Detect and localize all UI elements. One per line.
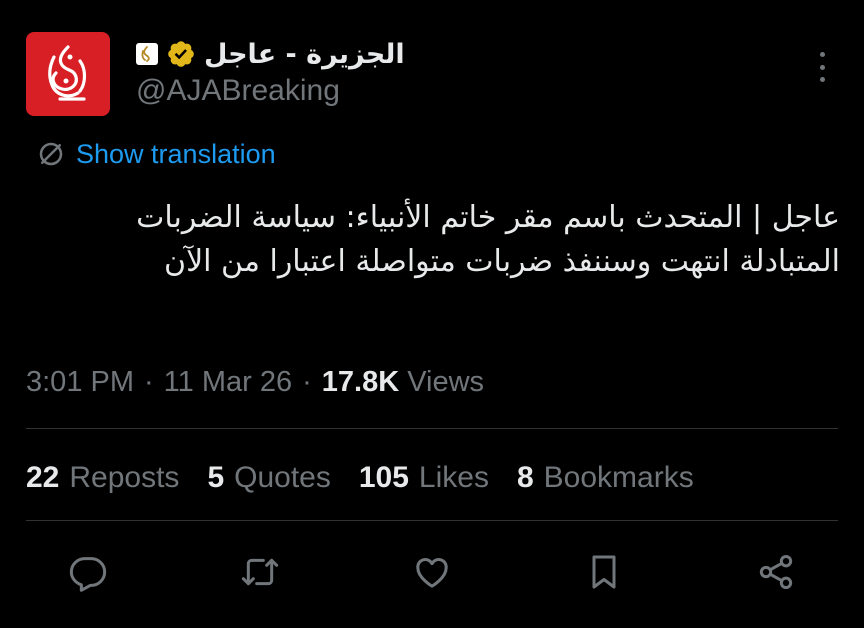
more-options-icon[interactable]	[810, 52, 834, 82]
divider	[26, 520, 838, 521]
repost-button[interactable]	[238, 550, 282, 594]
meta-separator: ·	[144, 365, 154, 398]
translate-icon	[39, 142, 63, 166]
quotes-count: 5	[207, 461, 225, 494]
tweet-time[interactable]: 3:01 PM	[26, 366, 134, 399]
bookmark-button[interactable]	[582, 550, 626, 594]
quotes-stat[interactable]: 5 Quotes	[207, 461, 330, 495]
share-button[interactable]	[754, 550, 798, 594]
like-button[interactable]	[410, 550, 454, 594]
bookmarks-label: Bookmarks	[543, 461, 694, 494]
reply-icon	[69, 557, 107, 592]
avatar[interactable]	[26, 32, 110, 116]
bookmarks-stat[interactable]: 8 Bookmarks	[517, 461, 694, 495]
like-icon	[416, 558, 448, 588]
al-jazeera-logo-icon	[48, 45, 87, 101]
tweet-date[interactable]: 11 Mar 26	[164, 366, 292, 399]
bookmark-icon	[592, 555, 616, 589]
reply-button[interactable]	[66, 550, 110, 594]
show-translation-button[interactable]: Show translation	[36, 136, 276, 172]
repost-icon	[241, 558, 279, 586]
verified-badge-icon[interactable]	[166, 39, 196, 69]
author-handle[interactable]: @AJABreaking	[136, 74, 340, 108]
divider	[26, 428, 838, 429]
likes-count: 105	[358, 461, 409, 494]
reposts-stat[interactable]: 22 Reposts	[26, 461, 179, 495]
affiliate-badge-icon[interactable]	[136, 43, 158, 65]
quotes-label: Quotes	[234, 461, 331, 494]
reposts-count: 22	[26, 461, 60, 494]
engagement-stats: 22 Reposts 5 Quotes 105 Likes 8 Bookmark…	[26, 456, 694, 500]
bookmarks-count: 8	[516, 461, 534, 494]
reposts-label: Reposts	[69, 461, 180, 494]
likes-stat[interactable]: 105 Likes	[359, 461, 489, 495]
author-name-row: الجزيرة - عاجل	[136, 34, 405, 74]
meta-separator: ·	[302, 365, 312, 398]
tweet-meta: 3:01 PM · 11 Mar 26 · 17.8K Views	[26, 362, 484, 402]
tweet-text: عاجل | المتحدث باسم مقر خاتم الأنبياء: س…	[136, 200, 840, 279]
show-translation-label: Show translation	[76, 138, 276, 169]
views-label: Views	[407, 365, 485, 398]
views-count: 17.8K	[321, 365, 400, 398]
share-icon	[759, 555, 793, 589]
author-display-name[interactable]: الجزيرة - عاجل	[204, 39, 405, 70]
likes-label: Likes	[418, 461, 489, 494]
